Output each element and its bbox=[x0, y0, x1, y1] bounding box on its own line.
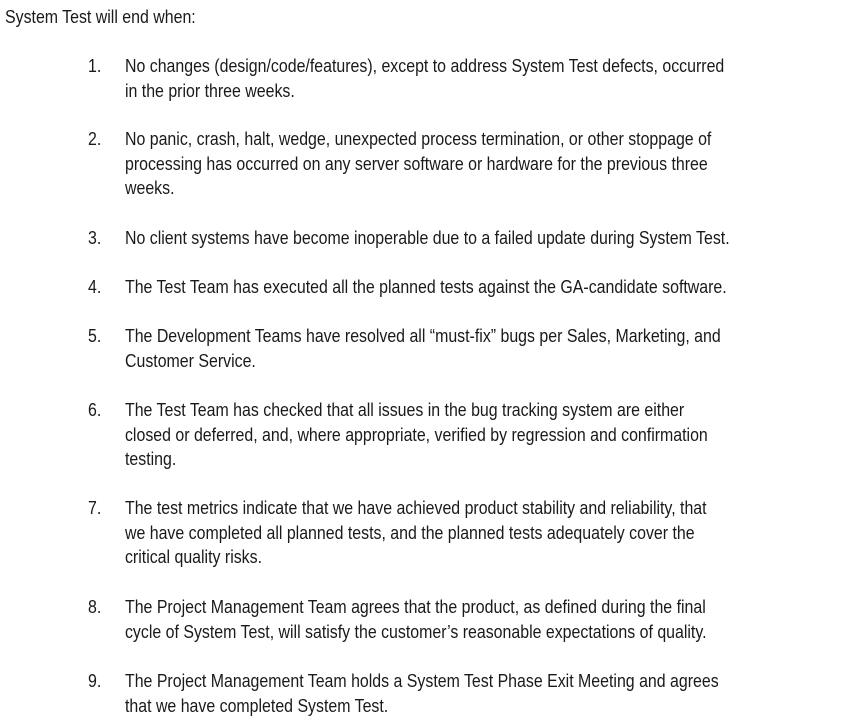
criterion-item: 5. The Development Teams have resolved a… bbox=[88, 324, 819, 373]
criterion-text: The Project Management Team holds a Syst… bbox=[124, 670, 719, 716]
criterion-text: The test metrics indicate that we have a… bbox=[124, 497, 707, 567]
criterion-number: 5. bbox=[88, 325, 102, 346]
intro-text: System Test will end when: bbox=[5, 6, 196, 27]
criterion-item: 3. No client systems have become inopera… bbox=[88, 226, 819, 251]
criterion-number: 7. bbox=[88, 497, 102, 518]
criterion-item: 8. The Project Management Team agrees th… bbox=[88, 595, 819, 644]
criterion-item: 2. No panic, crash, halt, wedge, unexpec… bbox=[88, 127, 819, 201]
criterion-number: 4. bbox=[88, 276, 102, 297]
criterion-number: 9. bbox=[88, 670, 102, 691]
criterion-text: No client systems have become inoperable… bbox=[124, 227, 730, 248]
criterion-item: 4. The Test Team has executed all the pl… bbox=[88, 275, 819, 300]
criterion-item: 1. No changes (design/code/features), ex… bbox=[88, 54, 819, 103]
criterion-text: The Development Teams have resolved all … bbox=[124, 325, 721, 371]
criterion-text: The Test Team has executed all the plann… bbox=[124, 276, 727, 297]
criterion-text: The Project Management Team agrees that … bbox=[124, 596, 707, 642]
criterion-number: 2. bbox=[88, 128, 102, 149]
criterion-item: 7. The test metrics indicate that we hav… bbox=[88, 496, 819, 570]
criterion-number: 1. bbox=[88, 55, 102, 76]
document-page: System Test will end when: 1. No changes… bbox=[0, 0, 847, 725]
criterion-number: 3. bbox=[88, 227, 102, 248]
criterion-text: The Test Team has checked that all issue… bbox=[124, 399, 708, 469]
criterion-text: No panic, crash, halt, wedge, unexpected… bbox=[124, 128, 712, 198]
criterion-item: 9. The Project Management Team holds a S… bbox=[88, 669, 819, 718]
criterion-number: 6. bbox=[88, 399, 102, 420]
criterion-text: No changes (design/code/features), excep… bbox=[124, 55, 725, 101]
criterion-item: 6. The Test Team has checked that all is… bbox=[88, 398, 819, 472]
criterion-number: 8. bbox=[88, 596, 102, 617]
